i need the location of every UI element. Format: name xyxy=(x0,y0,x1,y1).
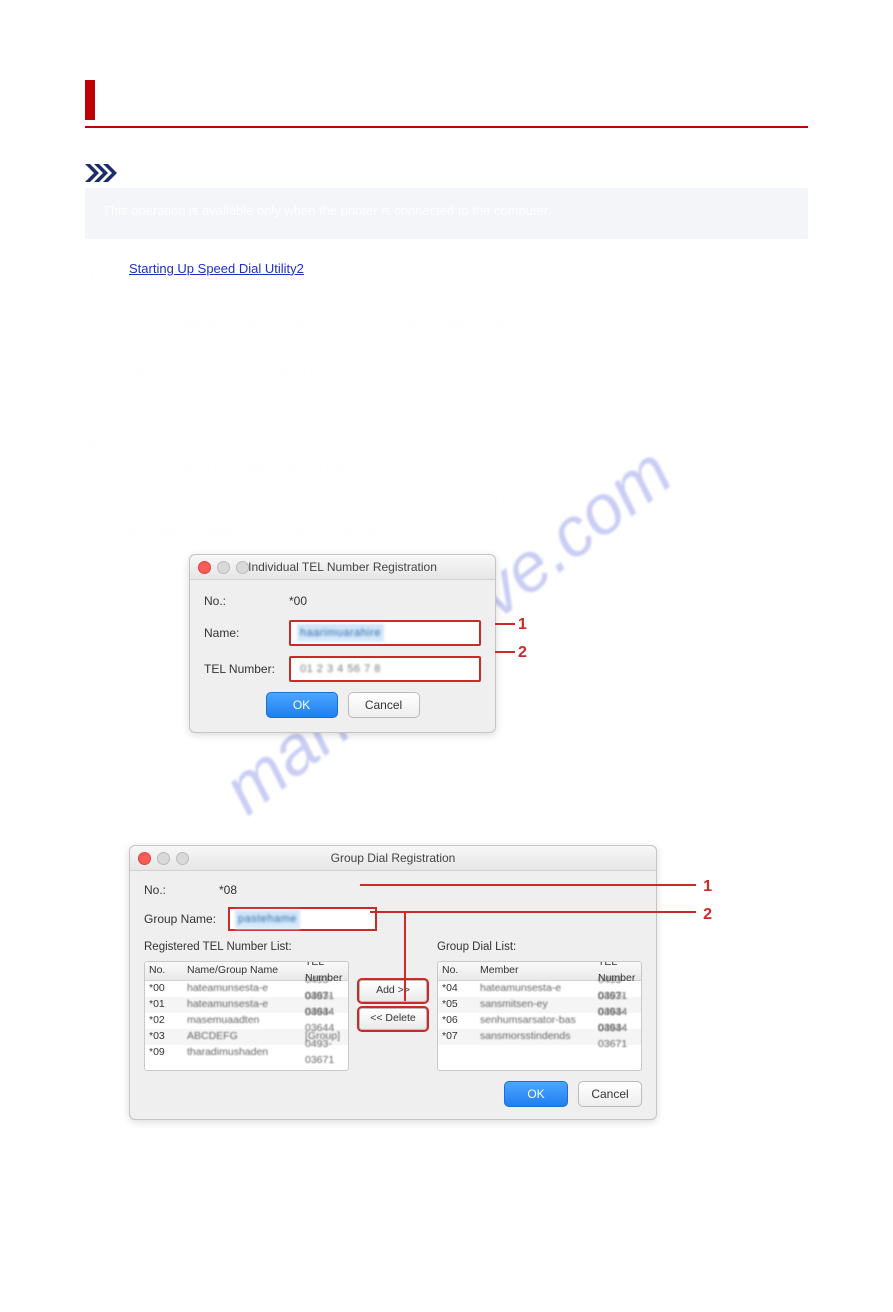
step-4: 4. Select an unoccupied code from list, … xyxy=(85,428,808,477)
gd-callout-2: 2 xyxy=(703,903,712,927)
dialog1-ok-button[interactable]: OK xyxy=(266,692,338,718)
dialog1-title: Individual TEL Number Registration xyxy=(248,558,437,576)
step-3: 3. Click TEL Number Registration from Se… xyxy=(85,363,808,412)
page-number: 395 xyxy=(85,1258,808,1272)
step-2: 2. Select printer from Printer Name: lis… xyxy=(85,314,808,347)
zoom-icon xyxy=(176,852,189,865)
dialog1-no-label: No.: xyxy=(204,592,289,610)
dialog1-cancel-button[interactable]: Cancel xyxy=(348,692,420,718)
delete-button[interactable]: << Delete xyxy=(359,1008,427,1030)
step-4-text: Select an unoccupied code from list, and… xyxy=(129,428,808,448)
dialog2-title: Group Dial Registration xyxy=(331,849,456,867)
dialog2-ok-button[interactable]: OK xyxy=(504,1081,568,1107)
table-row[interactable]: *02masemuaadten0493-03644 xyxy=(145,1013,348,1029)
step-1: 1. Starting Up Speed Dial Utility2 xyxy=(85,259,808,292)
group-dial-list-label: Group Dial List: xyxy=(437,939,642,956)
step-5-number: 5. xyxy=(85,493,129,1138)
step-1-number: 1. xyxy=(85,259,129,292)
triple-chevron-icon xyxy=(85,164,125,182)
dialog2-groupname-field[interactable]: pastehame xyxy=(228,907,377,931)
callout-1: 1 xyxy=(518,613,527,637)
page-header: Registering a Fax/telephone Number Using… xyxy=(85,80,808,120)
th-no-r: No. xyxy=(438,963,476,979)
step-3-text: Click TEL Number Registration from Setti… xyxy=(129,363,808,383)
minimize-icon xyxy=(157,852,170,865)
table-row[interactable]: *07sansmorsstindends0493-03671 xyxy=(438,1029,641,1045)
individual-tel-dialog: 1 2 Individual TEL Number Registration N… xyxy=(189,554,496,733)
step-3-number: 3. xyxy=(85,363,129,412)
group-dial-list[interactable]: No. Member TEL Number *04hateamunsesta-e… xyxy=(437,961,642,1071)
callout-2: 2 xyxy=(518,641,527,665)
close-icon[interactable] xyxy=(198,561,211,574)
page-title: Registering a Fax/telephone Number Using… xyxy=(109,89,698,112)
step-3-sub: The list of registered fax/telephone num… xyxy=(129,392,808,412)
step-2-text: Select printer from Printer Name: list, … xyxy=(129,314,808,347)
step-2-number: 2. xyxy=(85,314,129,347)
dialog2-groupname-label: Group Name: xyxy=(144,910,228,928)
after-d1-line2: 2. Enter fax/telephone number. xyxy=(129,780,808,800)
zoom-icon xyxy=(236,561,249,574)
step-5: 5. Click Register individual TEL number … xyxy=(85,493,808,1138)
step-4-sub: The Individual or Group Selection dialog… xyxy=(129,457,808,477)
dialog1-name-field[interactable]: haarimuarahire xyxy=(289,620,481,646)
th-name: Name/Group Name xyxy=(183,963,301,979)
start-speed-dial-link[interactable]: Starting Up Speed Dial Utility2 xyxy=(129,261,304,276)
dialog1-no-value: *00 xyxy=(289,592,307,610)
registered-list-label: Registered TEL Number List: xyxy=(144,939,349,956)
note-header: Note xyxy=(85,164,808,182)
dialog1-tel-label: TEL Number: xyxy=(204,660,289,678)
step-5-text: Click Register individual TEL number or … xyxy=(129,493,808,513)
dialog2-no-value: *08 xyxy=(219,881,237,899)
close-icon[interactable] xyxy=(138,852,151,865)
title-underline xyxy=(85,126,808,128)
dialog1-name-value: haarimuarahire xyxy=(297,624,384,643)
minimize-icon xyxy=(217,561,230,574)
step-5-bullet1: If Register individual TEL number is sel… xyxy=(129,522,808,542)
table-row[interactable]: *09tharadimushaden0493-03671 xyxy=(145,1045,348,1061)
gd-callout-1: 1 xyxy=(703,875,712,899)
group-dial-dialog: Group Dial Registration 1 2 No.: *08 Gro… xyxy=(129,845,657,1119)
dialog2-no-label: No.: xyxy=(144,881,219,899)
dialog2-groupname-value: pastehame xyxy=(235,910,300,929)
dialog2-cancel-button[interactable]: Cancel xyxy=(578,1081,642,1107)
th-no: No. xyxy=(145,963,183,979)
note-text: This operation is available only when th… xyxy=(103,202,790,221)
dialog1-tel-value: 01 2 3 4 56 7 8 xyxy=(297,660,384,679)
dialog1-tel-field[interactable]: 01 2 3 4 56 7 8 xyxy=(289,656,481,682)
dialog2-titlebar: Group Dial Registration xyxy=(130,846,656,871)
step-4-number: 4. xyxy=(85,428,129,477)
step-5-bullet2: If Register group dial is selected: xyxy=(129,814,808,834)
dialog1-name-label: Name: xyxy=(204,624,289,642)
registered-tel-list[interactable]: No. Name/Group Name TEL Number *00hateam… xyxy=(144,961,349,1071)
dialog1-titlebar: Individual TEL Number Registration xyxy=(190,555,495,580)
add-button[interactable]: Add >> xyxy=(359,980,427,1002)
note-label: Note xyxy=(131,165,162,181)
after-d1-line1: 1. Enter name. xyxy=(129,751,808,771)
th-member: Member xyxy=(476,963,594,979)
note-box: This operation is available only when th… xyxy=(85,188,808,239)
